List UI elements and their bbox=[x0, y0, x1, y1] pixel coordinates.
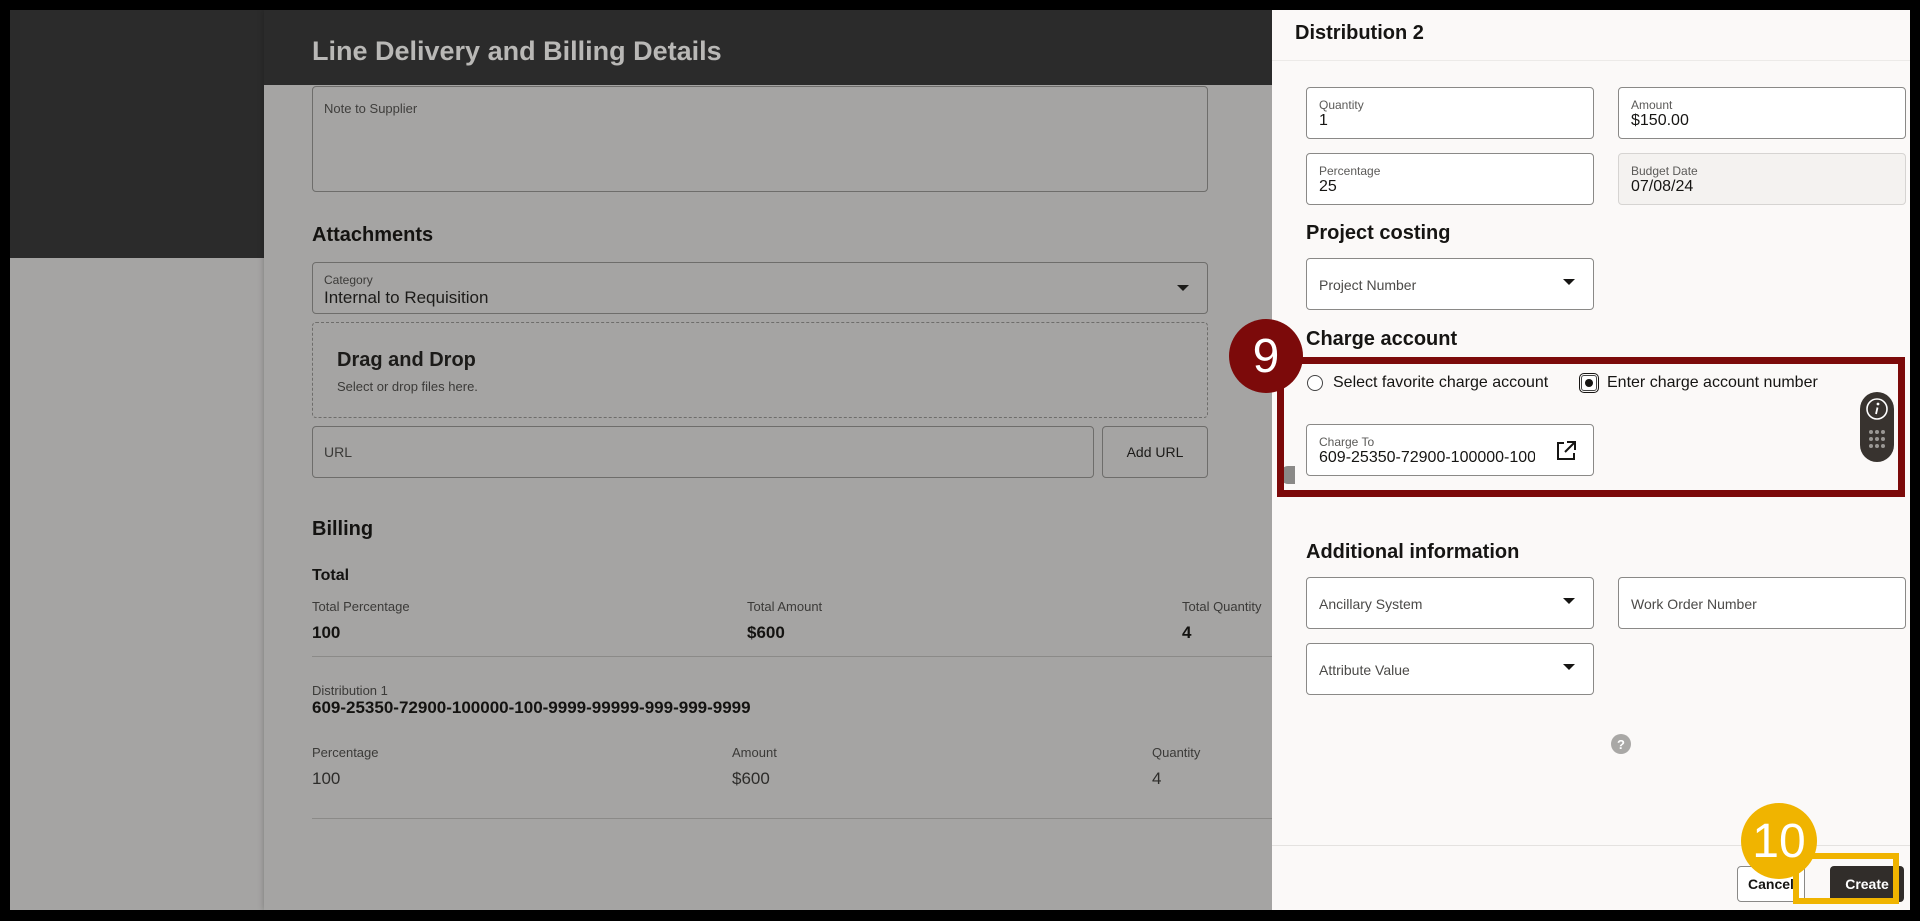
chevron-down-icon bbox=[1563, 598, 1575, 604]
divider bbox=[1272, 60, 1910, 61]
total-amount-label: Total Amount bbox=[747, 599, 823, 614]
add-url-button[interactable]: Add URL bbox=[1102, 426, 1208, 478]
step-9-badge: 9 bbox=[1229, 319, 1303, 393]
work-order-number-input[interactable]: Work Order Number bbox=[1618, 577, 1906, 629]
step-9-highlight bbox=[1277, 357, 1905, 497]
total-quantity-value: 4 bbox=[1182, 623, 1192, 642]
note-to-supplier-field[interactable]: Note to Supplier bbox=[312, 86, 1208, 192]
additional-information-heading: Additional information bbox=[1306, 541, 1520, 563]
project-number-placeholder: Project Number bbox=[1319, 277, 1417, 293]
total-percentage-label: Total Percentage bbox=[312, 599, 410, 614]
category-value: Internal to Requisition bbox=[324, 288, 489, 307]
percentage-value: 100 bbox=[312, 769, 341, 788]
drag-and-drop-zone[interactable]: Drag and Drop Select or drop files here. bbox=[312, 322, 1208, 418]
help-icon[interactable]: ? bbox=[1611, 734, 1631, 754]
percentage-field[interactable]: Percentage 25 bbox=[1306, 153, 1594, 205]
category-label: Category bbox=[324, 273, 373, 287]
category-select[interactable]: Category Internal to Requisition bbox=[312, 262, 1208, 314]
percentage-field-value: 25 bbox=[1319, 178, 1337, 195]
chevron-down-icon bbox=[1177, 285, 1189, 291]
quantity-label: Quantity bbox=[1152, 745, 1201, 760]
drop-title: Drag and Drop bbox=[337, 349, 476, 371]
step-10-badge: 10 bbox=[1741, 803, 1817, 879]
url-placeholder: URL bbox=[324, 444, 353, 460]
distribution-1-account[interactable]: 609-25350-72900-100000-100-9999-99999-99… bbox=[312, 698, 751, 718]
attribute-value-placeholder: Attribute Value bbox=[1319, 662, 1410, 678]
quantity-field-value: 1 bbox=[1319, 112, 1328, 129]
project-costing-heading: Project costing bbox=[1306, 222, 1451, 244]
url-input[interactable]: URL bbox=[312, 426, 1094, 478]
amount-value: $600 bbox=[732, 769, 770, 788]
charge-account-heading: Charge account bbox=[1306, 328, 1458, 350]
quantity-field-label: Quantity bbox=[1319, 98, 1364, 112]
ancillary-system-placeholder: Ancillary System bbox=[1319, 596, 1423, 612]
attribute-value-select[interactable]: Attribute Value bbox=[1306, 643, 1594, 695]
percentage-field-label: Percentage bbox=[1319, 164, 1381, 178]
ancillary-system-select[interactable]: Ancillary System bbox=[1306, 577, 1594, 629]
attachments-heading: Attachments bbox=[312, 224, 434, 246]
total-quantity-label: Total Quantity bbox=[1182, 599, 1262, 614]
total-heading: Total bbox=[312, 567, 350, 584]
quantity-value: 4 bbox=[1152, 769, 1162, 788]
total-percentage-value: 100 bbox=[312, 623, 341, 642]
drawer-title: Distribution 2 bbox=[1295, 22, 1424, 44]
amount-label: Amount bbox=[732, 745, 777, 760]
work-order-number-placeholder: Work Order Number bbox=[1631, 596, 1757, 612]
distribution-1-label: Distribution 1 bbox=[312, 683, 388, 698]
amount-field-value: $150.00 bbox=[1631, 112, 1689, 129]
quantity-field[interactable]: Quantity 1 bbox=[1306, 87, 1594, 139]
percentage-label: Percentage bbox=[312, 745, 379, 760]
billing-heading: Billing bbox=[312, 518, 374, 540]
note-to-supplier-label: Note to Supplier bbox=[324, 101, 418, 116]
total-amount-value: $600 bbox=[747, 623, 785, 642]
drop-hint: Select or drop files here. bbox=[337, 379, 478, 394]
budget-date-label: Budget Date bbox=[1631, 164, 1698, 178]
divider bbox=[312, 818, 1272, 819]
divider bbox=[312, 656, 1272, 657]
chevron-down-icon bbox=[1563, 279, 1575, 285]
budget-date-value: 07/08/24 bbox=[1631, 178, 1694, 195]
budget-date-field: Budget Date 07/08/24 bbox=[1618, 153, 1906, 205]
project-number-select[interactable]: Project Number bbox=[1306, 258, 1594, 310]
amount-field-label: Amount bbox=[1631, 98, 1673, 112]
chevron-down-icon bbox=[1563, 664, 1575, 670]
page-title: Line Delivery and Billing Details bbox=[312, 36, 722, 66]
amount-field[interactable]: Amount $150.00 bbox=[1618, 87, 1906, 139]
